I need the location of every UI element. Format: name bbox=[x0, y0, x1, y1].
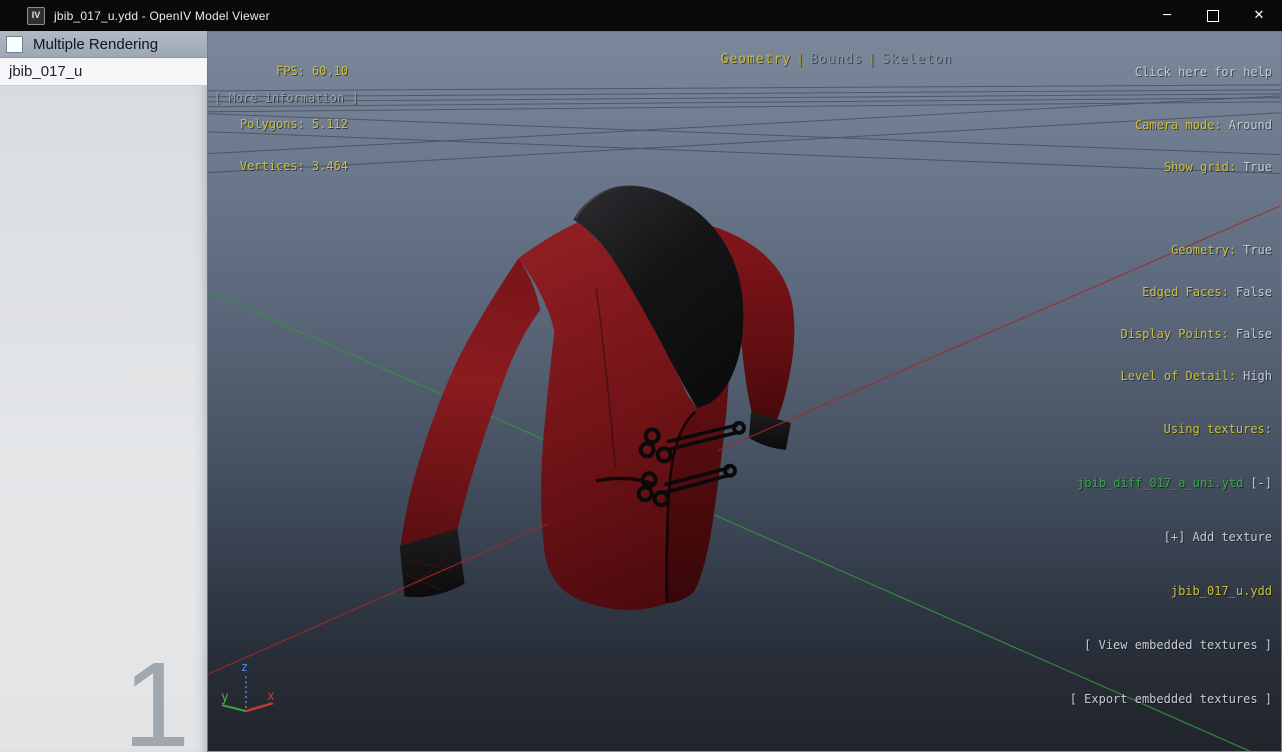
multiple-rendering-checkbox[interactable] bbox=[6, 35, 23, 53]
display-points-row: Display Points: False bbox=[1120, 327, 1273, 341]
polygons-stat: Polygons: 5.112 bbox=[239, 117, 348, 131]
fps-stat: FPS: 60,10 bbox=[275, 64, 348, 78]
axis-gizmo: z y x bbox=[221, 660, 275, 713]
window-controls: ─ ✕ bbox=[1144, 0, 1282, 31]
vertices-stat: Vertices: 3.464 bbox=[239, 159, 348, 173]
tab-bounds[interactable]: Bounds bbox=[810, 52, 863, 67]
remove-texture-button[interactable]: [-] bbox=[1250, 476, 1272, 490]
tab-skeleton[interactable]: Skeleton bbox=[882, 52, 953, 67]
texture-file-name: jbib_diff_017_a_uni.ytd bbox=[1077, 476, 1244, 490]
openiv-model-viewer-window: IV jbib_017_u.ydd - OpenIV Model Viewer … bbox=[0, 0, 1282, 752]
window-title: jbib_017_u.ydd - OpenIV Model Viewer bbox=[54, 8, 270, 23]
using-textures-header: Using textures: bbox=[1163, 422, 1272, 436]
axis-y-label: y bbox=[221, 690, 229, 705]
close-button[interactable]: ✕ bbox=[1236, 0, 1282, 31]
texture-row: jbib_diff_017_a_uni.ytd [-] bbox=[1070, 474, 1272, 492]
help-link[interactable]: Click here for help bbox=[1121, 65, 1272, 79]
close-icon: ✕ bbox=[1253, 8, 1265, 23]
model-file-name: jbib_017_u.ydd bbox=[1170, 584, 1272, 598]
textures-panel: Using textures: jbib_diff_017_a_uni.ytd [… bbox=[1070, 384, 1272, 744]
tab-separator: | bbox=[796, 52, 806, 67]
view-embedded-textures-button[interactable]: [ View embedded textures ] bbox=[1070, 636, 1272, 654]
multiple-rendering-label: Multiple Rendering bbox=[33, 35, 159, 53]
app-icon: IV bbox=[27, 6, 45, 25]
geometry-row: Geometry: True bbox=[1171, 243, 1272, 257]
viewport-3d[interactable]: z y x FPS: 60,10 Polygons: 5.112 Vertices:… bbox=[207, 31, 1282, 752]
tab-geometry[interactable]: Geometry bbox=[721, 52, 792, 67]
tab-separator: | bbox=[868, 52, 877, 67]
minimize-button[interactable]: ─ bbox=[1144, 0, 1190, 31]
axis-z-label: z bbox=[241, 660, 248, 674]
multiple-rendering-row: Multiple Rendering bbox=[0, 31, 207, 58]
edged-faces-row: Edged Faces: False bbox=[1142, 285, 1272, 299]
viewport-settings-panel: Click here for help Camera mode: Around S… bbox=[1121, 37, 1273, 411]
render-stats: FPS: 60,10 Polygons: 5.112 Vertices: 3.464 bbox=[214, 36, 348, 201]
axis-x-label: x bbox=[267, 689, 275, 704]
page-number: 1 bbox=[122, 636, 190, 752]
add-texture-button[interactable]: [+] Add texture bbox=[1070, 528, 1272, 546]
export-embedded-textures-button[interactable]: [ Export embedded textures ] bbox=[1070, 690, 1272, 708]
main-area: Multiple Rendering jbib_017_u 1 z y x FP… bbox=[0, 31, 1282, 752]
model-list-sidebar: Multiple Rendering jbib_017_u 1 bbox=[0, 31, 207, 752]
maximize-icon bbox=[1207, 9, 1219, 22]
show-grid-row: Show grid: True bbox=[1163, 160, 1272, 174]
minimize-icon: ─ bbox=[1163, 8, 1171, 23]
view-mode-tabs: Geometry | Bounds | Skeleton bbox=[650, 37, 953, 82]
jacket-model bbox=[399, 184, 795, 610]
camera-mode-row: Camera mode: Around bbox=[1134, 118, 1272, 132]
level-of-detail-row: Level of Detail: High bbox=[1120, 369, 1273, 383]
more-information-link[interactable]: [ More information ] bbox=[214, 91, 359, 105]
maximize-button[interactable] bbox=[1190, 0, 1236, 31]
model-list-item-selected[interactable]: jbib_017_u bbox=[0, 58, 207, 86]
title-bar: IV jbib_017_u.ydd - OpenIV Model Viewer … bbox=[0, 0, 1282, 31]
